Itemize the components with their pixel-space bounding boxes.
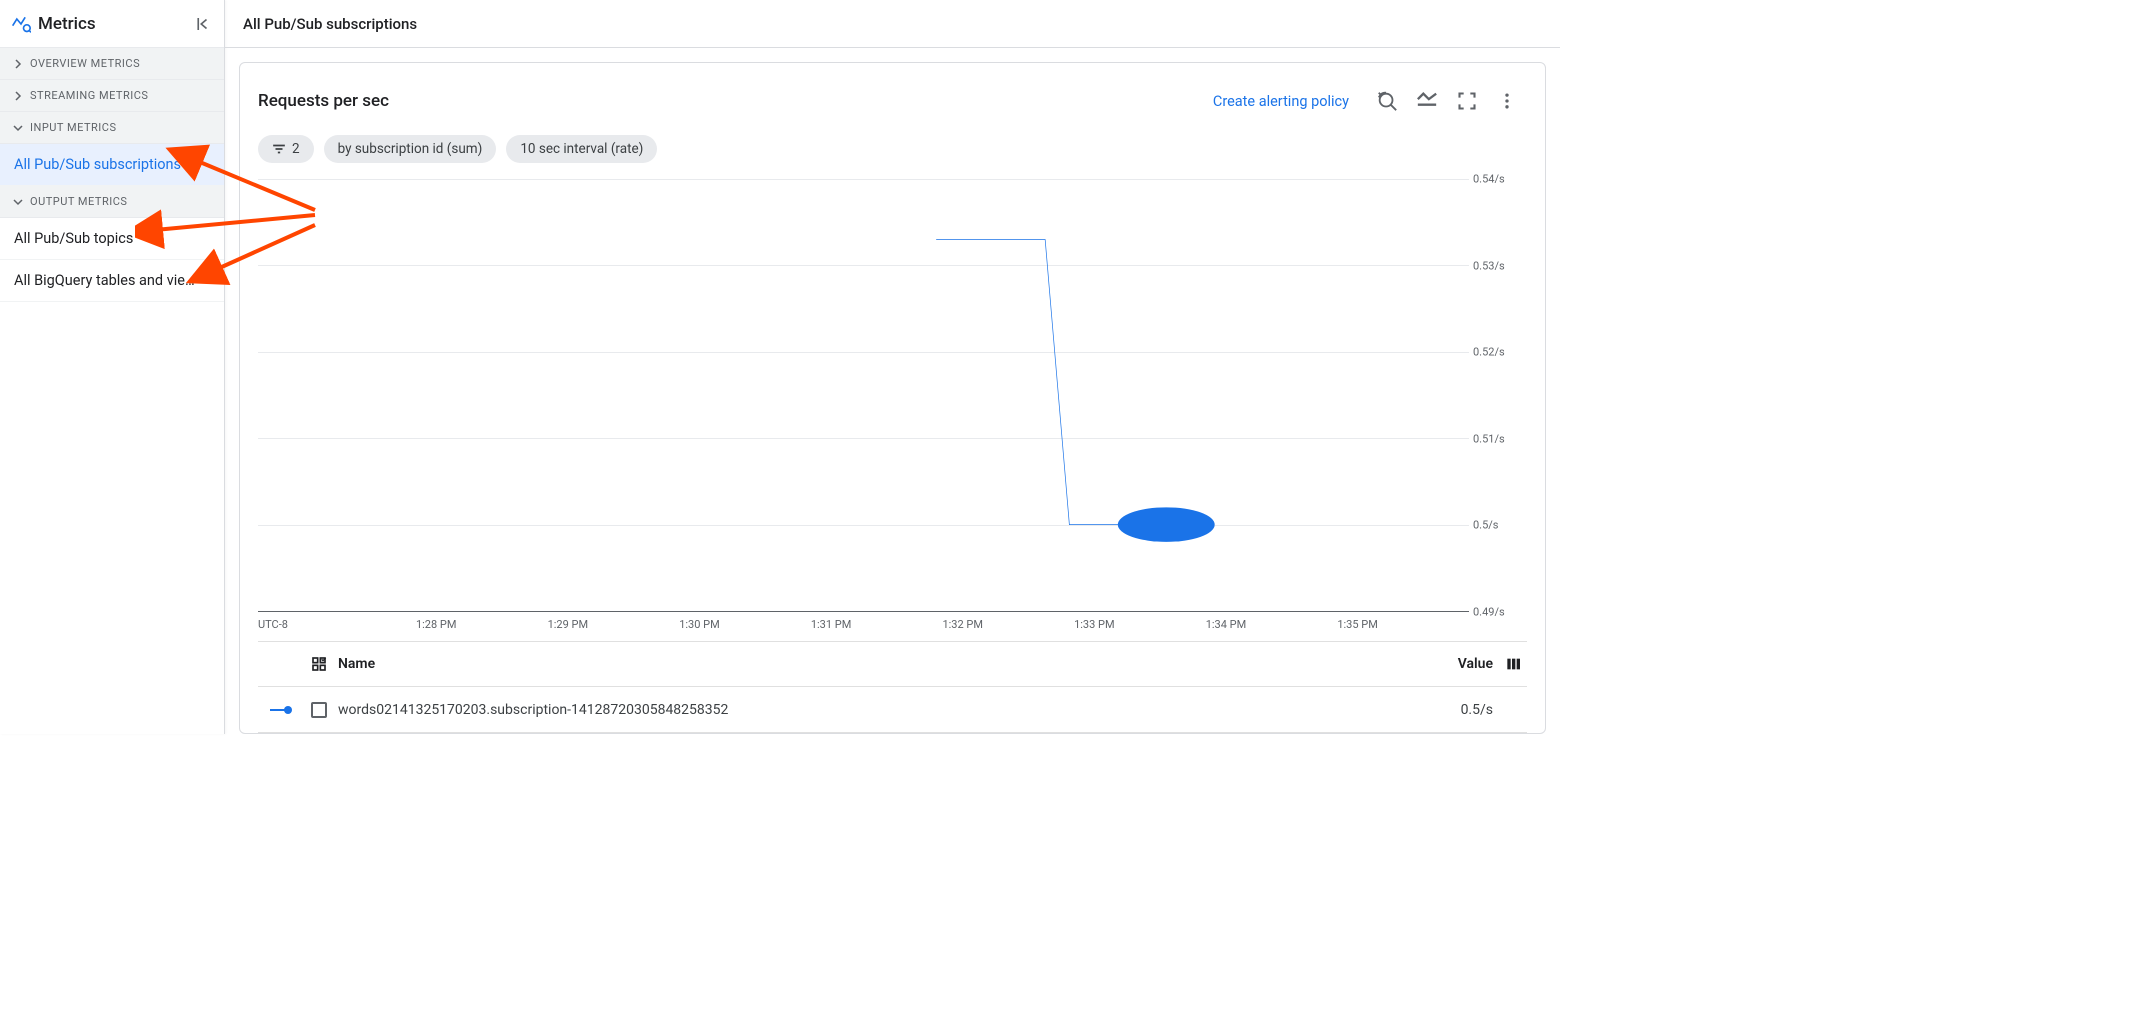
table-row[interactable]: words02141325170203.subscription-1412872… [258,687,1527,733]
group-by-chip[interactable]: by subscription id (sum) [324,135,497,163]
sidebar-item-bigquery-tables[interactable]: All BigQuery tables and vie… [0,260,224,302]
metrics-icon [10,13,32,35]
create-alerting-policy-link[interactable]: Create alerting policy [1213,93,1349,110]
sidebar-item-label: All BigQuery tables and vie… [14,272,195,289]
chevron-right-icon [12,90,24,102]
sidebar-item-label: All Pub/Sub topics [14,230,133,247]
filter-icon [272,142,286,156]
sidebar: Metrics OVERVIEW METRICS STREAMING METRI… [0,0,225,734]
row-name: words02141325170203.subscription-1412872… [334,702,1421,718]
chevron-down-icon [12,196,24,208]
series-table: Name Value words02141325170203.subscript… [258,641,1527,733]
sidebar-title: Metrics [38,14,190,34]
x-tick: 1:30 PM [679,618,811,631]
x-tick: UTC-8 [258,618,416,631]
main-content: All Pub/Sub subscriptions Requests per s… [225,0,1560,734]
collapse-sidebar-button[interactable] [190,12,214,36]
reset-zoom-button[interactable] [1367,81,1407,121]
interval-chip[interactable]: 10 sec interval (rate) [506,135,657,163]
y-axis: 0.54/s 0.53/s 0.52/s 0.51/s 0.5/s 0.49/s [1473,179,1527,612]
y-tick: 0.52/s [1473,346,1505,359]
chip-label: by subscription id (sum) [338,141,483,157]
row-value: 0.5/s [1421,702,1501,718]
section-label: OUTPUT METRICS [30,195,127,208]
chart: 0.54/s 0.53/s 0.52/s 0.51/s 0.5/s 0.49/s [258,169,1527,612]
y-tick: 0.54/s [1473,173,1505,186]
section-label: OVERVIEW METRICS [30,57,140,70]
series-checkbox[interactable] [311,702,327,718]
chevron-down-icon [12,122,24,134]
card-header: Requests per sec Create alerting policy [258,81,1527,121]
y-tick: 0.5/s [1473,519,1498,532]
grid-icon[interactable] [311,656,327,672]
section-input-metrics[interactable]: INPUT METRICS [0,112,224,144]
y-tick: 0.51/s [1473,432,1505,445]
x-tick: 1:35 PM [1337,618,1469,631]
x-tick: 1:33 PM [1074,618,1206,631]
sidebar-item-pubsub-topics[interactable]: All Pub/Sub topics [0,218,224,260]
y-tick: 0.49/s [1473,606,1505,619]
table-head-value[interactable]: Value [1421,656,1501,672]
card-title: Requests per sec [258,91,389,111]
legend-toggle-button[interactable] [1407,81,1447,121]
x-tick: 1:32 PM [942,618,1074,631]
x-tick: 1:29 PM [548,618,680,631]
chevron-right-icon [12,58,24,70]
section-label: STREAMING METRICS [30,89,148,102]
section-overview-metrics[interactable]: OVERVIEW METRICS [0,48,224,80]
y-tick: 0.53/s [1473,259,1505,272]
fullscreen-button[interactable] [1447,81,1487,121]
filter-chip[interactable]: 2 [258,135,314,163]
metric-card: Requests per sec Create alerting policy [239,62,1546,734]
x-axis: UTC-8 1:28 PM 1:29 PM 1:30 PM 1:31 PM 1:… [258,618,1469,631]
x-tick: 1:28 PM [416,618,548,631]
sidebar-header: Metrics [0,0,224,48]
table-header: Name Value [258,641,1527,687]
page-title: All Pub/Sub subscriptions [243,15,417,33]
chip-label: 2 [292,141,300,157]
x-tick: 1:34 PM [1206,618,1338,631]
legend-swatch [258,706,304,714]
chip-label: 10 sec interval (rate) [520,141,643,157]
chip-row: 2 by subscription id (sum) 10 sec interv… [258,135,1527,163]
page-header: All Pub/Sub subscriptions [225,0,1560,48]
section-streaming-metrics[interactable]: STREAMING METRICS [0,80,224,112]
x-tick: 1:31 PM [811,618,943,631]
chart-plot[interactable] [258,179,1469,612]
sidebar-item-label: All Pub/Sub subscriptions [14,156,181,173]
section-output-metrics[interactable]: OUTPUT METRICS [0,186,224,218]
columns-config-button[interactable] [1501,656,1527,672]
sidebar-item-pubsub-subscriptions[interactable]: All Pub/Sub subscriptions [0,144,224,186]
more-options-button[interactable] [1487,81,1527,121]
chart-point [258,179,1469,611]
table-head-name[interactable]: Name [334,656,1421,672]
section-label: INPUT METRICS [30,121,116,134]
